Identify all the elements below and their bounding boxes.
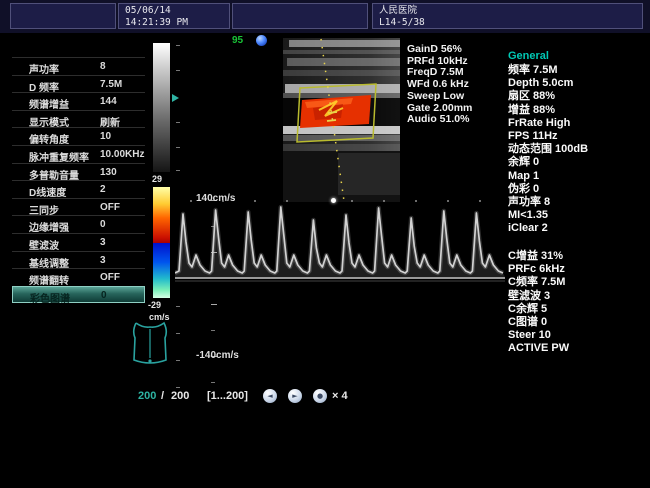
sidebar-param-row[interactable]: 声功率8 [12, 57, 145, 75]
general-param-line: 增益 88% [508, 104, 588, 117]
bmode-gain-number: 95 [232, 35, 243, 46]
sidebar-param-row[interactable]: 边缘增强0 [12, 215, 145, 233]
param-value: 0 [100, 219, 106, 230]
scale-tick [176, 170, 180, 171]
right-panel-color-list: C增益 31%PRFc 6kHzC频率 7.5M壁滤波 3C余辉 5C图谱 0S… [508, 250, 569, 356]
scale-tick [176, 333, 180, 334]
param-value: 130 [100, 167, 117, 178]
general-param-line: MI<1.35 [508, 209, 588, 222]
sidebar-param-row[interactable]: D 频率7.5M [12, 75, 145, 93]
sidebar-param-row[interactable]: 频谱翻转OFF [12, 268, 145, 286]
stop-button[interactable]: ● [313, 389, 327, 403]
focus-marker-icon [172, 94, 179, 102]
general-param-line: 余辉 0 [508, 156, 588, 169]
color-doppler-bar-negative [153, 243, 170, 298]
topbar-cell-empty-1 [10, 3, 116, 29]
param-value: 0 [101, 290, 107, 301]
param-value: 10 [100, 131, 111, 142]
color-scale-bottom-label: -29 [148, 300, 161, 310]
scale-tick [176, 387, 180, 388]
scale-tick [176, 45, 180, 46]
param-label: 彩色图谱 [30, 290, 70, 305]
param-value: 2 [100, 184, 106, 195]
param-value: 144 [100, 96, 117, 107]
param-value: 8 [100, 61, 106, 72]
scale-tick [176, 122, 180, 123]
hospital-probe-cell: 人民医院 L14-5/38 [372, 3, 643, 29]
time-text: 14:21:39 PM [125, 17, 229, 29]
scale-tick [176, 70, 180, 71]
param-value: OFF [100, 272, 120, 283]
doppler-param-line: GainD 56% [407, 44, 472, 56]
doppler-param-line: Sweep Low [407, 91, 472, 103]
color-param-line: 壁滤波 3 [508, 290, 569, 303]
doppler-overlay-params: GainD 56%PRFd 10kHzFreqD 7.5MWFd 0.6 kHz… [407, 44, 472, 126]
general-param-line: 伪彩 0 [508, 183, 588, 196]
param-value: 3 [100, 255, 106, 266]
frame-separator: / [161, 390, 164, 402]
general-param-line: iClear 2 [508, 222, 588, 235]
frame-range-label: [1...200] [207, 390, 248, 402]
scale-tick [211, 382, 215, 383]
color-param-line: ACTIVE PW [508, 342, 569, 355]
scale-tick [176, 147, 180, 148]
spectral-scale-bottom: -140cm/s [196, 350, 239, 361]
scale-tick [176, 360, 180, 361]
sidebar-param-row[interactable]: 壁滤波3 [12, 233, 145, 251]
sample-gate-top[interactable] [328, 112, 337, 113]
right-panel-general-list: 频率 7.5MDepth 5.0cm扇区 88%增益 88%FrRate Hig… [508, 64, 588, 236]
color-param-line: C余辉 5 [508, 303, 569, 316]
general-param-line: FPS 11Hz [508, 130, 588, 143]
param-value: 3 [100, 237, 106, 248]
general-param-line: 声功率 8 [508, 196, 588, 209]
hospital-name: 人民医院 [379, 5, 642, 17]
color-scale-top-label: 29 [152, 174, 162, 184]
color-param-line: PRFc 6kHz [508, 263, 569, 276]
active-mode-indicator-icon [256, 35, 267, 46]
date-text: 05/06/14 [125, 5, 229, 17]
general-param-line: Depth 5.0cm [508, 77, 588, 90]
total-frames: 200 [171, 390, 189, 402]
general-param-line: 动态范围 100dB [508, 143, 588, 156]
play-button[interactable]: ► [288, 389, 302, 403]
sidebar-param-row[interactable]: 脉冲重复频率10.00KHz [12, 145, 145, 163]
spectral-waveform [175, 195, 505, 305]
color-param-line: C频率 7.5M [508, 276, 569, 289]
top-status-bar: 05/06/14 14:21:39 PM 人民医院 L14-5/38 [0, 0, 650, 33]
sidebar-param-row[interactable]: D线速度2 [12, 180, 145, 198]
speed-multiplier: × 4 [332, 390, 348, 402]
datetime-cell: 05/06/14 14:21:39 PM [118, 3, 230, 29]
param-value: OFF [100, 202, 120, 213]
current-frame-number[interactable]: 200 [138, 390, 156, 402]
sidebar-param-row[interactable]: 三同步OFF [12, 198, 145, 216]
sidebar-params: 声功率8D 频率7.5M频谱增益144显示模式刷新偏转角度10脉冲重复频率10.… [12, 57, 145, 303]
general-param-line: 频率 7.5M [508, 64, 588, 77]
sidebar-param-row[interactable]: 基线调整3 [12, 251, 145, 269]
sample-gate-bottom[interactable] [327, 120, 336, 121]
general-param-line: Map 1 [508, 170, 588, 183]
sidebar-param-row[interactable]: 彩色图谱 0 [12, 286, 145, 304]
color-param-line: C图谱 0 [508, 316, 569, 329]
general-param-line: FrRate High [508, 117, 588, 130]
scale-tick [176, 306, 180, 307]
doppler-param-line: Audio 51.0% [407, 114, 472, 126]
grayscale-bar [153, 43, 170, 172]
param-value: 10.00KHz [100, 149, 144, 160]
sidebar-param-row[interactable]: 多普勒音量130 [12, 163, 145, 181]
sidebar-param-row[interactable]: 偏转角度10 [12, 127, 145, 145]
color-param-line: Steer 10 [508, 329, 569, 342]
scale-tick [211, 330, 215, 331]
topbar-cell-empty-2 [232, 3, 368, 29]
probe-model: L14-5/38 [379, 17, 642, 29]
sidebar-param-row[interactable]: 频谱增益144 [12, 92, 145, 110]
param-value: 7.5M [100, 79, 122, 90]
prev-frame-button[interactable]: ◄ [263, 389, 277, 403]
bmode-ultrasound-image[interactable] [283, 38, 400, 202]
color-doppler-bar-positive [153, 187, 170, 243]
right-panel-header: General [508, 50, 549, 62]
general-param-line: 扇区 88% [508, 90, 588, 103]
sidebar-param-row[interactable]: 显示模式刷新 [12, 110, 145, 128]
body-marker-icon [130, 320, 170, 366]
color-param-line: C增益 31% [508, 250, 569, 263]
